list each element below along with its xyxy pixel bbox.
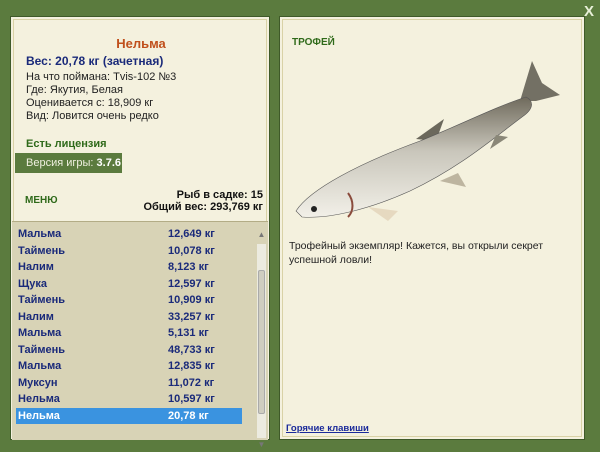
catch-fish-weight: 5,131 кг bbox=[168, 327, 209, 339]
license-status: Есть лицензия bbox=[26, 138, 107, 150]
catch-list-row[interactable]: Мальма 5,131 кг bbox=[16, 325, 242, 341]
hotkeys-link[interactable]: Горячие клавиши bbox=[286, 423, 369, 434]
version-label: Версия игры: bbox=[26, 157, 94, 169]
catch-fish-name: Муксун bbox=[18, 376, 58, 389]
catch-fish-name: Мальма bbox=[18, 327, 62, 339]
fish-image bbox=[295, 61, 560, 221]
catch-fish-weight: 8,123 кг bbox=[168, 261, 209, 273]
catch-fish-name: Нельма bbox=[18, 409, 60, 422]
catch-list-row[interactable]: Нельма 20,78 кг bbox=[16, 407, 242, 424]
fish-count: Рыб в садке: 15 bbox=[176, 189, 263, 201]
catch-list-row[interactable]: Налим 33,257 кг bbox=[16, 309, 242, 325]
total-weight: Общий вес: 293,769 кг bbox=[143, 201, 263, 213]
catch-fish-weight: 12,649 кг bbox=[168, 228, 215, 240]
catch-list: Мальма 12,649 кг Таймень 10,078 кг Налим 8,12… bbox=[12, 221, 268, 449]
bait-info: На что поймана: Tvis-102 №3 bbox=[26, 71, 177, 83]
scrollbar-thumb[interactable] bbox=[258, 270, 265, 414]
catch-list-row[interactable]: Нельма 10,597 кг bbox=[16, 391, 242, 407]
catch-fish-weight: 20,78 кг bbox=[168, 409, 209, 422]
fish-weight: Вес: 20,78 кг (зачетная) bbox=[26, 54, 164, 68]
catch-list-row[interactable]: Мальма 12,649 кг bbox=[16, 226, 242, 242]
scrollbar[interactable]: ▲ ▼ bbox=[257, 230, 266, 449]
game-version: Версия игры: 3.7.6 bbox=[15, 153, 122, 173]
catch-list-row[interactable]: Таймень 10,909 кг bbox=[16, 292, 242, 308]
catch-list-row[interactable]: Щука 12,597 кг bbox=[16, 276, 242, 292]
catch-fish-name: Таймень bbox=[18, 294, 65, 306]
catch-fish-name: Нельма bbox=[18, 393, 60, 405]
catch-fish-weight: 12,597 кг bbox=[168, 277, 215, 290]
catch-list-row[interactable]: Налим 8,123 кг bbox=[16, 259, 242, 275]
catch-fish-weight: 33,257 кг bbox=[168, 310, 215, 323]
catch-list-row[interactable]: Таймень 10,078 кг bbox=[16, 243, 242, 259]
catch-list-row[interactable]: Таймень 48,733 кг bbox=[16, 342, 242, 358]
trophy-panel: ТРОФЕЙ Трофейный экземпляр! Кажется, вы … bbox=[279, 16, 585, 440]
catch-list-row[interactable]: Мальма 12,835 кг bbox=[16, 358, 242, 374]
scroll-down-icon[interactable]: ▼ bbox=[257, 440, 266, 452]
trophy-message: Трофейный экземпляр! Кажется, вы открыли… bbox=[289, 240, 544, 266]
fish-name: Нельма bbox=[116, 36, 166, 51]
catch-fish-weight: 11,072 кг bbox=[168, 376, 215, 389]
catch-fish-name: Таймень bbox=[18, 244, 65, 257]
catch-fish-weight: 10,078 кг bbox=[168, 244, 215, 257]
catch-fish-name: Мальма bbox=[18, 228, 62, 240]
catch-fish-name: Мальма bbox=[18, 360, 62, 372]
catch-fish-weight: 12,835 кг bbox=[168, 360, 215, 372]
scroll-up-icon[interactable]: ▲ bbox=[257, 230, 266, 242]
version-value: 3.7.6 bbox=[96, 157, 121, 169]
catch-fish-name: Таймень bbox=[18, 343, 65, 356]
catch-fish-name: Налим bbox=[18, 261, 54, 273]
valued-from-info: Оценивается с: 18,909 кг bbox=[26, 97, 154, 109]
location-info: Где: Якутия, Белая bbox=[26, 84, 123, 96]
catch-fish-weight: 10,909 кг bbox=[168, 294, 215, 306]
close-button[interactable]: X bbox=[584, 3, 594, 20]
catch-fish-weight: 10,597 кг bbox=[168, 393, 215, 405]
menu-button[interactable]: МЕНЮ bbox=[25, 195, 58, 206]
kind-info: Вид: Ловится очень редко bbox=[26, 110, 159, 122]
catch-fish-name: Щука bbox=[18, 277, 47, 290]
catch-fish-weight: 48,733 кг bbox=[168, 343, 215, 356]
catch-info-panel: Нельма Вес: 20,78 кг (зачетная) На что п… bbox=[10, 16, 270, 449]
catch-fish-name: Налим bbox=[18, 310, 54, 323]
catch-list-row[interactable]: Муксун 11,072 кг bbox=[16, 375, 242, 391]
